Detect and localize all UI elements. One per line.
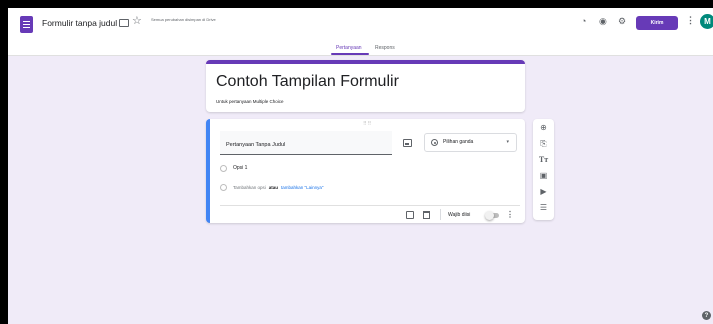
- section-icon[interactable]: ☰: [538, 204, 549, 212]
- avatar[interactable]: M: [700, 14, 713, 29]
- image-icon[interactable]: ▣: [538, 172, 549, 180]
- question-title-field[interactable]: Pertanyaan Tanpa Judul: [220, 131, 392, 155]
- radio-empty-icon: [220, 164, 227, 172]
- eye-icon[interactable]: ◉: [599, 17, 607, 26]
- gear-icon[interactable]: ⚙: [618, 17, 626, 26]
- drag-handle-icon[interactable]: ⠿⠿: [363, 121, 372, 127]
- option-label[interactable]: Opsi 1: [233, 165, 247, 171]
- required-toggle[interactable]: [485, 211, 499, 220]
- side-toolbar: ⊕ ⎘ Tт ▣ ▶ ☰: [533, 119, 554, 220]
- top-bar: Formulir tanpa judul ☆ Semua perubahan d…: [8, 8, 713, 56]
- folder-icon[interactable]: [119, 19, 129, 27]
- add-option-link[interactable]: Tambahkan opsi: [233, 185, 266, 190]
- duplicate-icon[interactable]: [406, 211, 414, 219]
- card-footer-divider: [220, 205, 520, 206]
- forms-editor: Formulir tanpa judul ☆ Semua perubahan d…: [8, 8, 713, 324]
- question-type-select[interactable]: Pilihan ganda ▾: [424, 133, 517, 152]
- add-image-icon[interactable]: [403, 139, 412, 147]
- footer-separator: [440, 209, 441, 220]
- required-label: Wajib diisi: [448, 212, 471, 218]
- video-icon[interactable]: ▶: [538, 188, 549, 196]
- toggle-knob: [485, 211, 494, 220]
- form-title-input[interactable]: Formulir tanpa judul: [42, 18, 117, 28]
- title-icon[interactable]: Tт: [538, 156, 549, 164]
- send-button[interactable]: Kirim: [636, 16, 678, 30]
- radio-button-icon: [431, 139, 438, 146]
- tab-responses[interactable]: Respons: [375, 45, 395, 51]
- form-heading[interactable]: Contoh Tampilan Formulir: [216, 73, 399, 91]
- add-circle-icon[interactable]: ⊕: [538, 124, 549, 132]
- trash-icon[interactable]: [423, 211, 430, 219]
- help-icon[interactable]: ?: [702, 311, 711, 320]
- tab-active-indicator: [331, 53, 369, 55]
- import-icon[interactable]: ⎘: [538, 140, 549, 148]
- tab-questions[interactable]: Pertanyaan: [336, 45, 362, 51]
- star-icon[interactable]: ☆: [132, 16, 142, 27]
- form-title-card[interactable]: Contoh Tampilan Formulir Untuk pertanyaa…: [206, 60, 525, 112]
- or-text: atau: [268, 184, 279, 190]
- question-more-icon[interactable]: ⋮: [506, 210, 514, 219]
- save-status: Semua perubahan disimpan di Drive: [151, 17, 216, 22]
- radio-empty-icon: [220, 183, 227, 191]
- option-row[interactable]: Opsi 1: [220, 163, 247, 173]
- chevron-down-icon: ▾: [506, 139, 509, 145]
- forms-logo-icon[interactable]: [20, 16, 33, 33]
- more-vert-icon[interactable]: ⋮: [686, 16, 695, 25]
- question-title-text: Pertanyaan Tanpa Judul: [226, 142, 286, 148]
- add-other-link[interactable]: tambahkan "Lainnya": [281, 185, 323, 190]
- form-description[interactable]: Untuk pertanyaan Multiple Choice: [216, 99, 284, 104]
- add-option-row: Tambahkan opsi atau tambahkan "Lainnya": [220, 182, 324, 192]
- question-type-label: Pilihan ganda: [443, 139, 474, 145]
- palette-icon[interactable]: ◔: [581, 17, 586, 26]
- question-card[interactable]: ⠿⠿ Pertanyaan Tanpa Judul Pilihan ganda …: [206, 119, 525, 223]
